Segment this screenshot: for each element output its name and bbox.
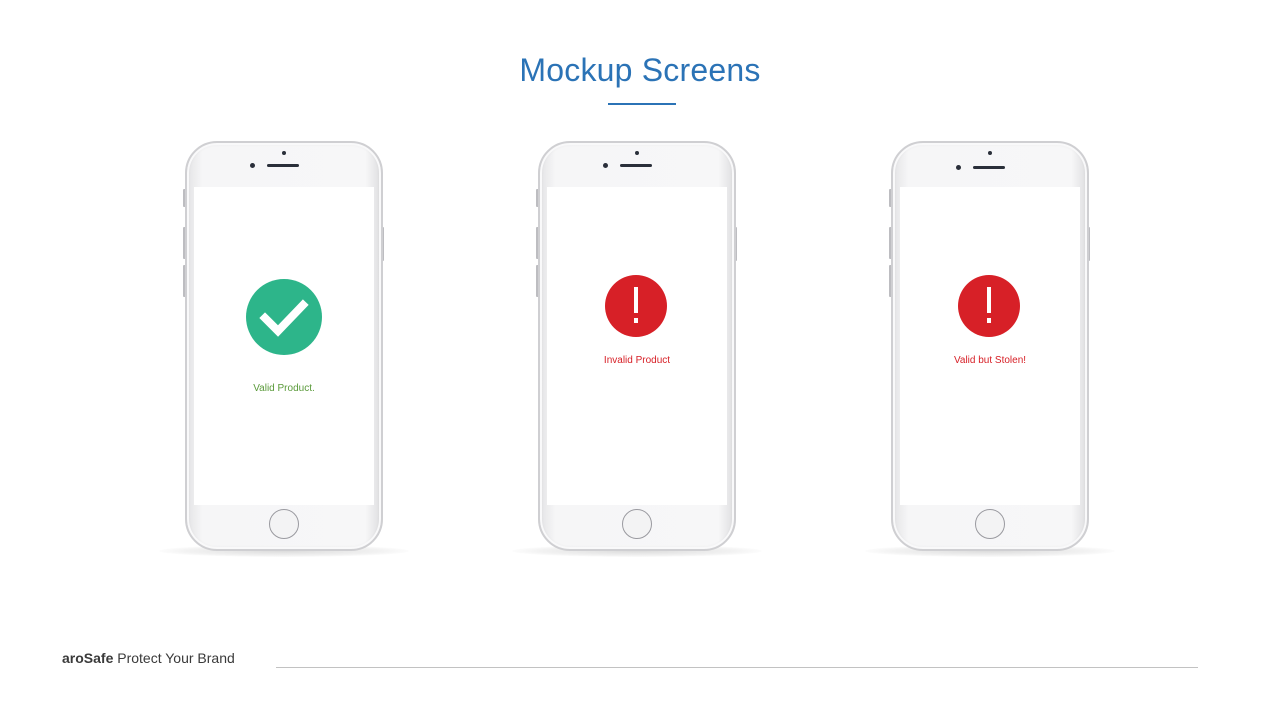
home-button (269, 509, 299, 539)
brand-name: aroSafe (62, 650, 114, 666)
phone-screen: Invalid Product (547, 187, 727, 505)
exclamation-icon (605, 275, 667, 337)
footer-brand: aroSafe Protect Your Brand (62, 650, 235, 666)
home-button (622, 509, 652, 539)
phone-mockup-stolen: Valid but Stolen! (865, 141, 1115, 557)
earpiece-speaker (973, 166, 1005, 169)
title-underline (608, 103, 676, 105)
footer-divider (276, 667, 1198, 668)
sensor-dot (282, 151, 286, 155)
phone-screen: Valid but Stolen! (900, 187, 1080, 505)
status-label-stolen: Valid but Stolen! (953, 355, 1027, 366)
checkmark-icon (246, 279, 322, 355)
home-button (975, 509, 1005, 539)
brand-tagline: Protect Your Brand (113, 650, 235, 666)
phone-mockup-invalid: Invalid Product (512, 141, 762, 557)
front-camera-icon (603, 163, 608, 168)
earpiece-speaker (620, 164, 652, 167)
status-label-invalid: Invalid Product (603, 355, 671, 366)
exclamation-icon (958, 275, 1020, 337)
front-camera-icon (250, 163, 255, 168)
sensor-dot (988, 151, 992, 155)
phone-screen: Valid Product. (194, 187, 374, 505)
sensor-dot (635, 151, 639, 155)
slide-title: Mockup Screens (519, 52, 761, 88)
phone-mockup-valid: Valid Product. (159, 141, 409, 557)
earpiece-speaker (267, 164, 299, 167)
slide: Mockup Screens Valid Product. Invalid Pr… (0, 0, 1280, 720)
front-camera-icon (956, 165, 961, 170)
status-label-valid: Valid Product. (253, 383, 315, 394)
